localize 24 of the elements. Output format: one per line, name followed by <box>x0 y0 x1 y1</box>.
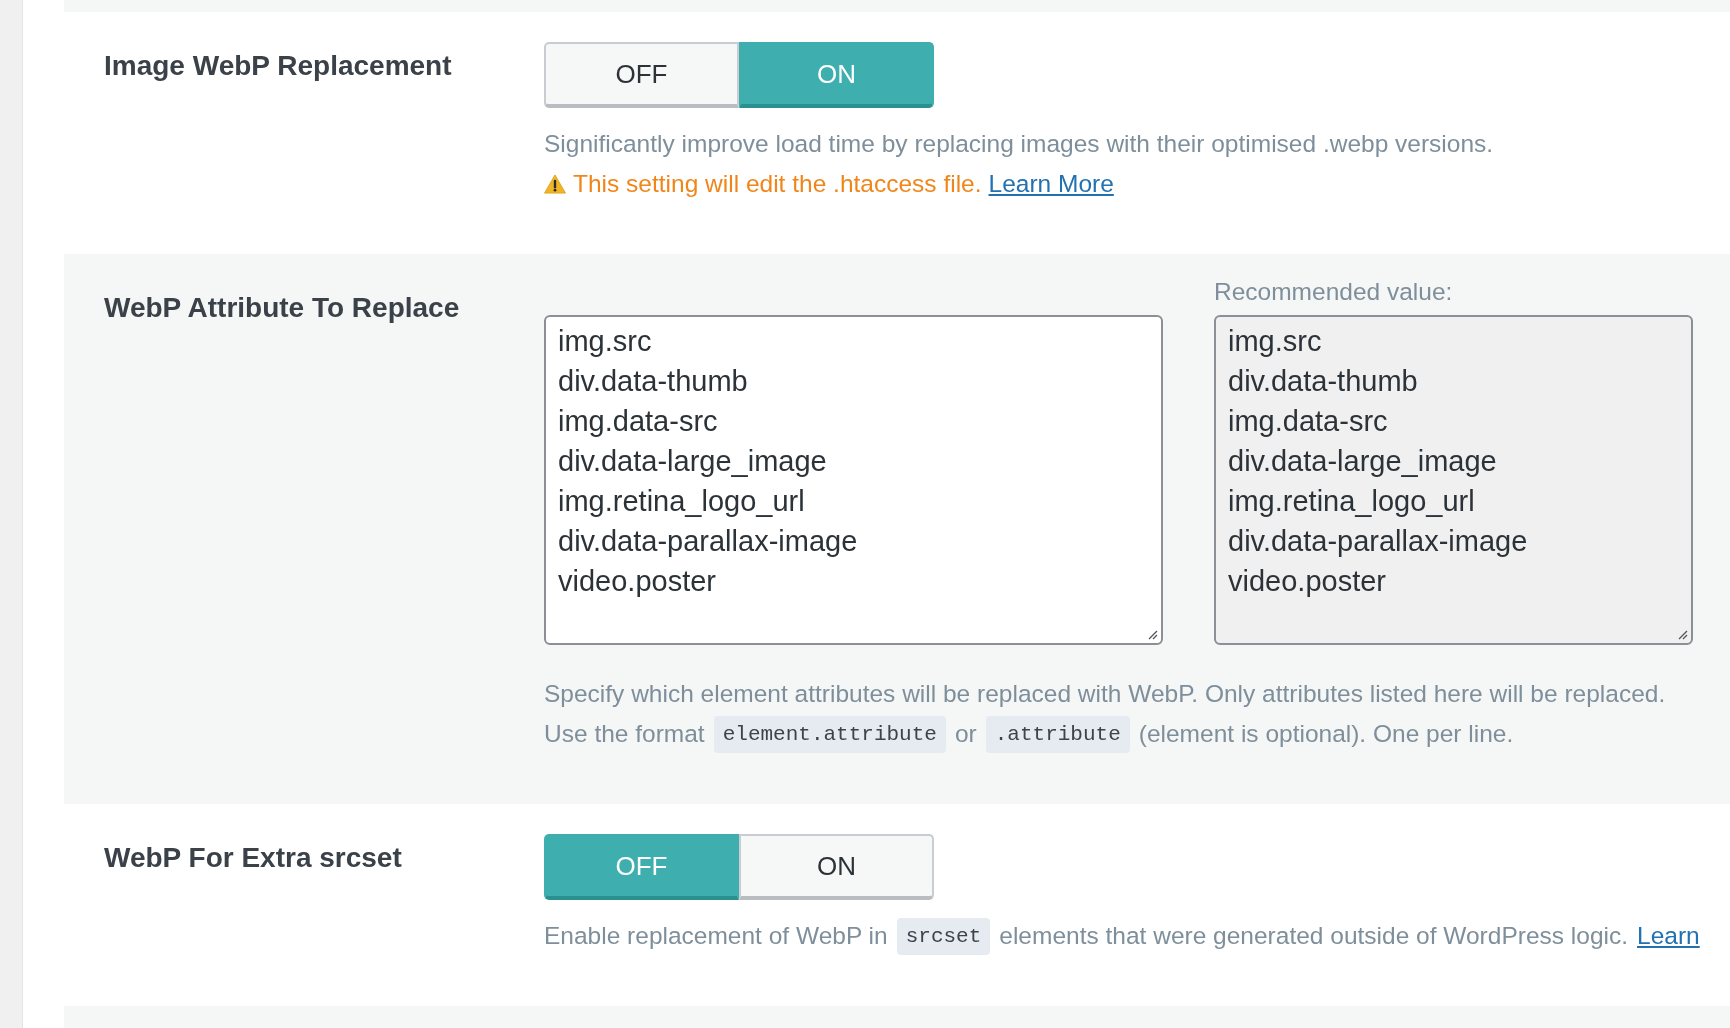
code-snippet: srcset <box>896 917 991 955</box>
resize-grip-icon[interactable] <box>1146 628 1158 640</box>
recommended-label: Recommended value: <box>1214 277 1454 307</box>
attributes-textarea[interactable]: img.src div.data-thumb img.data-src div.data-large_image img.retina_logo_url div.data-parallax-image video.poster <box>544 315 1163 645</box>
description-text: Specify which element attributes will be replaced with WebP. Only attributes listed here will be replaced. <box>544 679 1666 709</box>
resize-grip-icon[interactable] <box>1676 628 1688 640</box>
description-text: (element is optional). One per line. <box>1138 719 1514 749</box>
warning-text: This setting will edit the .htaccess file. <box>573 169 982 199</box>
code-snippet: .attribute <box>985 715 1130 753</box>
description-text: Enable replacement of WebP in <box>544 921 888 951</box>
recommended-textarea[interactable]: img.src div.data-thumb img.data-src div.data-large_image img.retina_logo_url div.data-parallax-image video.poster <box>1214 315 1693 645</box>
learn-more-link[interactable]: Learn More <box>988 168 1114 200</box>
setting-label: WebP For Extra srcset <box>104 841 402 875</box>
description-text: or <box>954 719 977 749</box>
toggle-option[interactable]: ON <box>739 834 934 900</box>
setting-label: WebP Attribute To Replace <box>104 291 460 325</box>
description-text: elements that were generated outside of WordPress logic. <box>999 921 1629 951</box>
toggle-option[interactable]: OFF <box>544 42 739 108</box>
description-text: Significantly improve load time by replacing images with their optimised .webp versions. <box>544 129 1494 159</box>
warning-icon <box>544 174 566 194</box>
code-snippet: element.attribute <box>713 715 946 753</box>
learn-more-link[interactable]: Learn <box>1637 920 1700 952</box>
setting-label: Image WebP Replacement <box>104 49 452 83</box>
description-text: Use the format <box>544 719 705 749</box>
